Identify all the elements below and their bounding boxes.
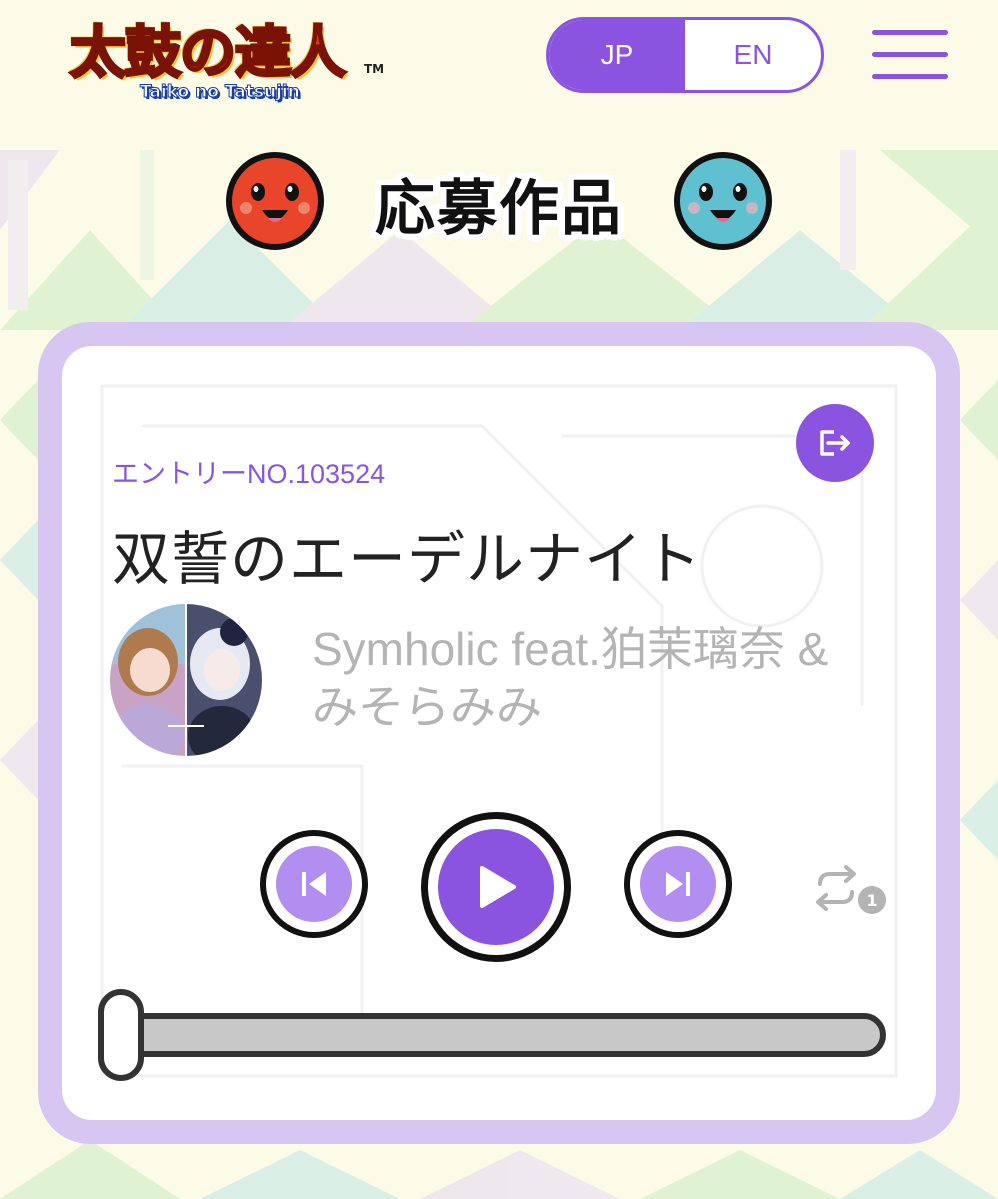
share-button[interactable]	[796, 404, 874, 482]
song-title: 双誓のエーデルナイト	[112, 525, 703, 593]
skip-next-icon	[666, 872, 690, 896]
don-red-face-icon	[226, 152, 324, 250]
page-title: 応募作品	[375, 174, 623, 244]
lang-en-button[interactable]: EN	[685, 20, 821, 90]
hamburger-menu-icon[interactable]	[872, 30, 948, 82]
play-icon	[480, 866, 516, 908]
page-title-banner: 応募作品	[222, 152, 778, 256]
repeat-one-icon: 1	[816, 865, 886, 914]
previous-button[interactable]	[260, 830, 368, 938]
seek-handle[interactable]	[98, 989, 144, 1081]
seek-slider[interactable]	[97, 988, 887, 1082]
katsu-blue-face-icon	[674, 152, 772, 250]
language-switcher: JP EN	[546, 17, 824, 93]
share-exit-icon	[820, 430, 850, 456]
repeat-badge: 1	[866, 891, 877, 910]
skip-previous-icon	[302, 872, 326, 896]
logo-subtitle: Taiko no Tatsujin	[140, 82, 301, 103]
next-button[interactable]	[624, 830, 732, 938]
logo-title: 太鼓の達人	[69, 19, 348, 88]
taiko-logo[interactable]: 太鼓の達人 TM Taiko no Tatsujin	[66, 6, 386, 110]
play-button[interactable]	[421, 812, 571, 962]
entry-number: エントリーNO.103524	[112, 459, 386, 489]
lang-jp-button[interactable]: JP	[549, 20, 685, 90]
logo-trademark: TM	[364, 62, 385, 76]
repeat-one-button[interactable]: 1	[812, 862, 888, 918]
artist-name: Symholic feat.狛茉璃奈 & みそらみみ	[312, 623, 829, 733]
artwork-thumbnail	[110, 604, 262, 756]
